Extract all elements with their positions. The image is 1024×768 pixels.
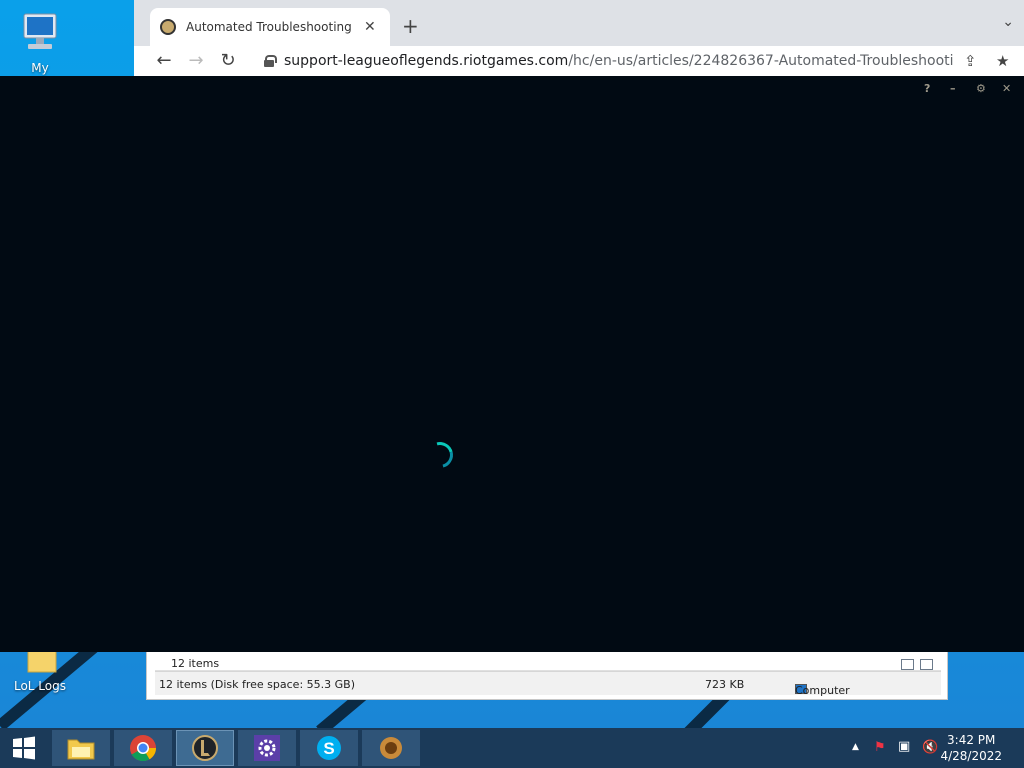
action-center-flag-icon[interactable]: ⚑ <box>874 740 886 755</box>
tab-title: Automated Troubleshooting - He <box>186 20 356 34</box>
clock-time: 3:42 PM <box>947 733 996 747</box>
tab-search-chevron-icon[interactable]: ⌄ <box>1002 14 1014 30</box>
items-count-text: 12 items <box>171 657 220 670</box>
details-view-icon[interactable] <box>901 659 914 670</box>
taskbar-file-explorer[interactable] <box>52 730 110 766</box>
desktop-icon-label: LoL Logs <box>13 679 66 693</box>
explorer-item-count: 12 items <box>155 651 941 671</box>
tab-strip: Automated Troubleshooting - He ✕ + ⌄ <box>134 0 1024 46</box>
forward-button[interactable]: → <box>184 50 208 71</box>
computer-icon <box>23 13 57 49</box>
taskbar-league-client[interactable] <box>176 730 234 766</box>
back-button[interactable]: ← <box>152 50 176 71</box>
minimize-button[interactable]: – <box>950 82 956 95</box>
bookmark-star-icon[interactable]: ★ <box>996 52 1009 70</box>
settings-gear-icon[interactable]: ⚙ <box>976 82 986 95</box>
status-summary: 12 items (Disk free space: 55.3 GB) <box>159 678 355 691</box>
tab-automated-troubleshooting[interactable]: Automated Troubleshooting - He ✕ <box>150 8 390 46</box>
help-button[interactable]: ? <box>924 82 930 95</box>
clock-date: 4/28/2022 <box>940 749 1002 763</box>
taskbar: S ▲ ⚑ ▣ 🔇 3:42 PM 4/28/2022 <box>0 728 1024 768</box>
file-explorer-icon <box>67 739 95 760</box>
league-of-legends-icon <box>192 735 218 761</box>
address-bar[interactable]: support-leagueoflegends.riotgames.com/hc… <box>252 48 982 74</box>
settings-gear-icon <box>254 735 280 761</box>
share-icon[interactable]: ⇪ <box>964 52 977 70</box>
loading-spinner-icon <box>422 437 458 473</box>
reload-button[interactable]: ↻ <box>216 50 240 71</box>
windows-logo-icon <box>13 736 35 760</box>
start-button[interactable] <box>0 730 48 766</box>
volume-muted-icon[interactable]: 🔇 <box>922 740 938 755</box>
show-hidden-icons-chevron-icon[interactable]: ▲ <box>852 742 859 752</box>
view-toggle-group <box>901 659 933 670</box>
system-clock[interactable]: 3:42 PM 4/28/2022 <box>940 732 1002 764</box>
browser-toolbar: ← → ↻ support-leagueoflegends.riotgames.… <box>134 46 1024 76</box>
network-icon[interactable]: ▣ <box>898 739 910 754</box>
url-text[interactable]: support-leagueoflegends.riotgames.com/hc… <box>284 53 954 69</box>
explorer-status-bar: 12 items (Disk free space: 55.3 GB) 723 … <box>155 671 941 697</box>
taskbar-settings[interactable] <box>238 730 296 766</box>
skype-icon: S <box>317 736 341 760</box>
tab-close-icon[interactable]: ✕ <box>364 19 376 35</box>
league-favicon-icon <box>160 19 176 35</box>
riot-client-icon <box>380 737 402 759</box>
taskbar-chrome[interactable] <box>114 730 172 766</box>
lock-icon[interactable] <box>264 55 277 67</box>
taskbar-riot-client[interactable] <box>362 730 420 766</box>
close-button[interactable]: ✕ <box>1002 82 1011 95</box>
svg-text:S: S <box>323 739 334 758</box>
large-icons-view-icon[interactable] <box>920 659 933 670</box>
status-size: 723 KB <box>705 678 745 691</box>
browser-window: Automated Troubleshooting - He ✕ + ⌄ ← →… <box>134 0 1024 76</box>
new-tab-button[interactable]: + <box>402 14 419 38</box>
taskbar-skype[interactable]: S <box>300 730 358 766</box>
chrome-icon <box>130 735 157 762</box>
league-client-window: ? – ⚙ ✕ <box>0 76 1024 652</box>
